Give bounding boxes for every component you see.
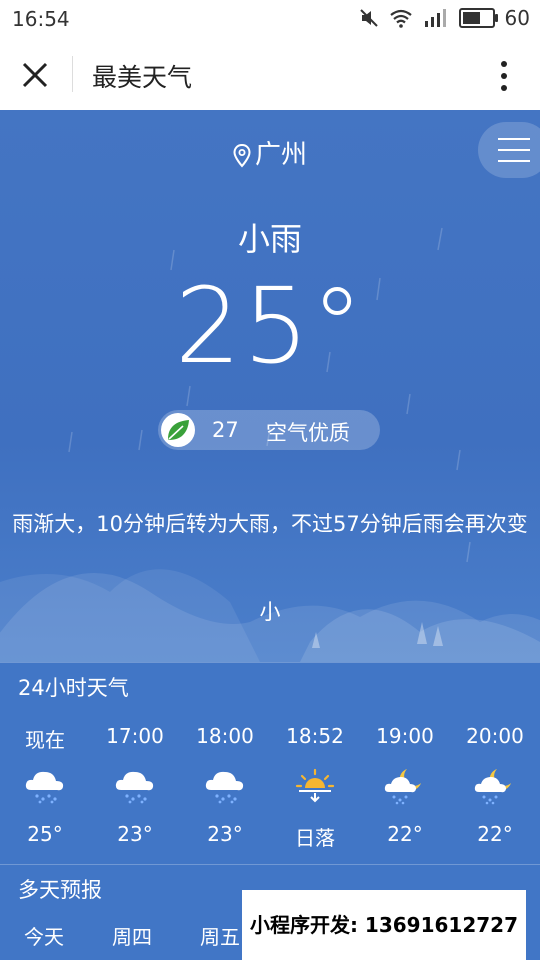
hourly-value: 25° [27, 822, 63, 846]
air-quality-badge[interactable]: 27 空气优质 [158, 410, 380, 450]
battery-icon [458, 8, 498, 28]
status-time: 16:54 [12, 7, 70, 31]
rain-cloud-icon [115, 771, 154, 804]
menu-button[interactable] [478, 122, 540, 178]
daily-item[interactable]: 周四 [88, 914, 176, 960]
status-icons: 60 [359, 6, 530, 30]
hamburger-menu-icon [498, 138, 530, 162]
signal-icon [424, 9, 446, 27]
app-header: 最美天气 [0, 38, 540, 111]
current-temperature: 25° [174, 265, 366, 387]
aqi-value: 27 [212, 418, 239, 442]
hourly-time: 17:00 [106, 724, 164, 748]
hourly-item[interactable]: 现在 25° [0, 712, 90, 864]
hourly-value: 日落 [295, 826, 335, 850]
hourly-value: 22° [477, 822, 513, 846]
leaf-icon [161, 413, 195, 447]
page-title: 最美天气 [92, 63, 193, 92]
hourly-item[interactable]: 17:00 23° [90, 712, 180, 864]
hourly-value: 22° [387, 822, 423, 846]
city-name: 广州 [254, 140, 307, 170]
aqi-label: 空气优质 [266, 421, 350, 445]
promo-banner: 小程序开发: 13691612727 [242, 890, 526, 960]
hourly-time: 18:00 [196, 724, 254, 748]
daily-item[interactable]: 今天 [0, 914, 88, 960]
rain-cloud-icon [25, 771, 64, 804]
wifi-icon [389, 9, 412, 28]
hourly-time: 19:00 [376, 724, 434, 748]
night-rain-icon [474, 769, 511, 805]
night-rain-icon [384, 769, 421, 805]
hourly-value: 23° [117, 822, 153, 846]
header-divider [72, 56, 73, 92]
hourly-value: 23° [207, 822, 243, 846]
more-options-icon[interactable] [494, 56, 514, 96]
hourly-item[interactable]: 20:00 22° [450, 712, 540, 864]
mute-icon [359, 9, 378, 27]
hourly-section-title: 24小时天气 [0, 662, 540, 714]
weather-condition: 小雨 [237, 220, 302, 258]
hourly-item[interactable]: 18:52 日落 [270, 712, 360, 864]
hourly-item[interactable]: 18:00 23° [180, 712, 270, 864]
location-pin-icon [233, 143, 251, 168]
status-bar: 16:54 60 [0, 0, 540, 38]
hourly-time: 现在 [25, 728, 65, 752]
rain-cloud-icon [205, 771, 244, 804]
close-icon[interactable] [18, 58, 52, 92]
city-label[interactable]: 广州 [0, 134, 540, 171]
hourly-item[interactable]: 19:00 22° [360, 712, 450, 864]
hourly-time: 18:52 [286, 724, 344, 748]
weather-hero: 广州 小雨 25° 27 空气优质 雨渐大，10分钟后转为大雨，不过57分钟后雨… [0, 110, 540, 662]
sunset-icon [295, 768, 335, 803]
battery-level: 60 [504, 6, 530, 30]
mountain-illustration [0, 569, 540, 662]
hourly-time: 20:00 [466, 724, 524, 748]
hourly-forecast[interactable]: 现在 25° 17:00 23° 18:00 23° 18:52 日落 19:0… [0, 712, 540, 864]
